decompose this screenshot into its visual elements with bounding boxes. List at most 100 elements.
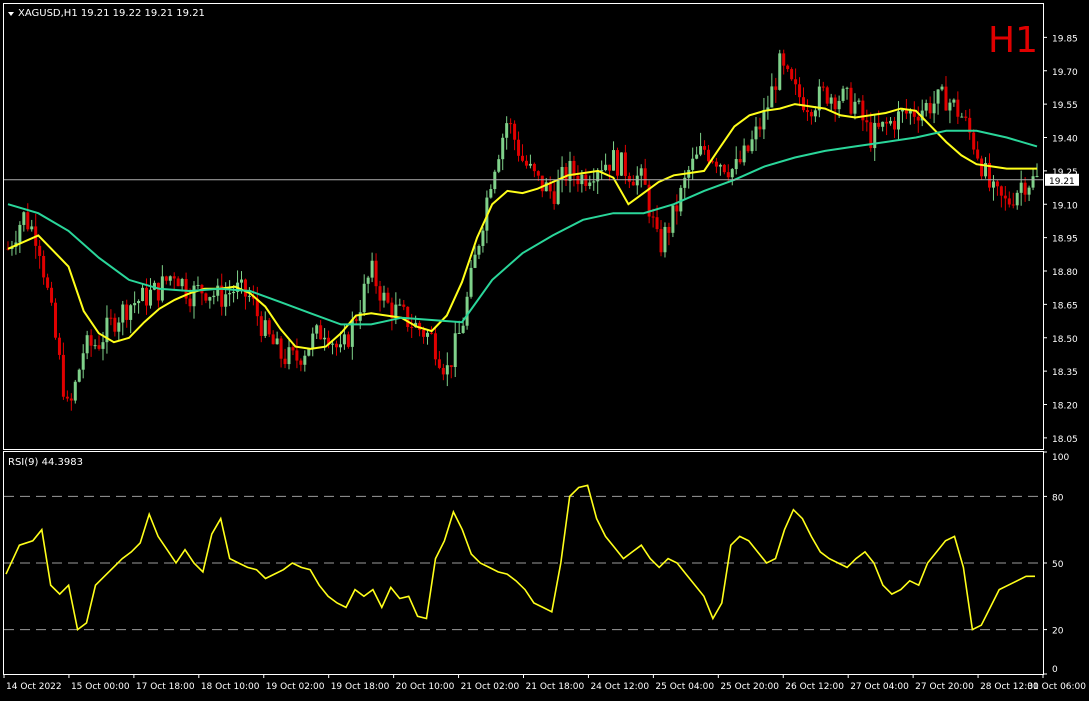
candlestick-series — [6, 49, 1039, 411]
candle-body — [481, 230, 485, 246]
candle-body — [69, 398, 73, 401]
candle-body — [564, 166, 568, 181]
candle-body — [57, 337, 61, 355]
candle-body — [437, 359, 441, 368]
candle-body — [362, 283, 366, 313]
candle-body — [805, 110, 809, 113]
ma-fast-line — [7, 103, 1037, 350]
candle-body — [691, 158, 695, 170]
candle-body — [734, 159, 738, 170]
candle-body — [1031, 176, 1035, 188]
rsi-series — [5, 484, 1035, 632]
candle-body — [148, 289, 152, 306]
candle-body — [1035, 175, 1039, 177]
time-tick-label: 25 Oct 04:00 — [655, 682, 714, 692]
candle-body — [655, 217, 659, 230]
candle-body — [758, 126, 762, 130]
candle-body — [113, 317, 117, 332]
candle-body — [125, 304, 129, 320]
candle-body — [243, 279, 247, 297]
candle-body — [663, 226, 667, 253]
price-tick-label: 18.35 — [1052, 368, 1078, 378]
candle-body — [991, 181, 995, 188]
price-tick-label: 19.70 — [1052, 68, 1078, 78]
candle-body — [331, 343, 335, 345]
candle-body — [156, 282, 160, 301]
candle-body — [738, 159, 742, 163]
candle-body — [1015, 192, 1019, 206]
time-tick-label: 18 Oct 10:00 — [201, 682, 260, 692]
candle-body — [65, 396, 69, 399]
time-tick-label: 26 Oct 12:00 — [785, 682, 844, 692]
candle-body — [188, 298, 192, 307]
candle-body — [232, 291, 236, 294]
price-tick-label: 19.85 — [1052, 34, 1078, 44]
candle-body — [881, 121, 885, 127]
candle-body — [402, 304, 406, 307]
candle-body — [995, 181, 999, 187]
time-tick-label: 21 Oct 18:00 — [526, 682, 585, 692]
dropdown-triangle-icon[interactable] — [8, 12, 14, 16]
candle-body — [422, 329, 426, 337]
time-tick-label: 31 Oct 06:00 — [1027, 682, 1086, 692]
candle-body — [722, 164, 726, 173]
candle-body — [374, 260, 378, 287]
candle-body — [168, 276, 172, 281]
candle-body — [228, 293, 232, 295]
candle-body — [18, 224, 22, 243]
candle-body — [240, 279, 244, 283]
candle-body — [604, 164, 608, 171]
candle-body — [932, 103, 936, 114]
candle-body — [782, 53, 786, 66]
candle-body — [643, 168, 647, 185]
candle-body — [794, 79, 798, 85]
candle-body — [22, 212, 26, 225]
rsi-tick-label: 0 — [1052, 665, 1058, 675]
candle-body — [307, 348, 311, 356]
candle-body — [93, 345, 97, 347]
rsi-tick-label: 100 — [1052, 453, 1069, 463]
time-tick-label: 14 Oct 2022 — [6, 682, 62, 692]
candle-body — [275, 338, 279, 345]
rsi-tick-label: 50 — [1052, 560, 1064, 570]
candle-body — [623, 152, 627, 176]
price-tick-label: 19.55 — [1052, 101, 1078, 111]
candle-body — [746, 145, 750, 152]
timeframe-badge: H1 — [988, 20, 1038, 61]
candle-body — [774, 86, 778, 90]
candle-body — [770, 86, 774, 108]
candle-body — [192, 285, 196, 307]
candle-body — [101, 342, 105, 349]
candle-body — [865, 120, 869, 123]
candle-body — [426, 332, 430, 337]
candle-body — [30, 226, 34, 230]
candle-body — [750, 139, 754, 152]
time-tick-label: 27 Oct 20:00 — [915, 682, 974, 692]
candle-body — [671, 205, 675, 233]
candle-body — [445, 365, 449, 375]
candle-body — [695, 154, 699, 159]
candle-body — [489, 189, 493, 198]
candle-body — [291, 347, 295, 351]
candle-body — [730, 169, 734, 178]
candle-body — [1023, 182, 1027, 195]
candle-body — [659, 229, 663, 253]
candle-body — [469, 267, 473, 297]
candle-body — [204, 293, 208, 301]
candle-body — [212, 295, 216, 298]
candle-body — [410, 326, 414, 328]
candle-body — [311, 333, 315, 349]
candle-body — [406, 306, 410, 327]
candle-body — [267, 320, 271, 335]
candle-body — [837, 100, 841, 110]
candle-body — [944, 86, 948, 111]
candle-body — [813, 110, 817, 117]
candle-body — [612, 150, 616, 171]
candle-body — [790, 69, 794, 80]
candle-body — [584, 174, 588, 186]
rsi-line — [5, 484, 1035, 632]
time-tick-label: 21 Oct 02:00 — [461, 682, 520, 692]
candle-body — [259, 316, 263, 336]
candle-body — [726, 172, 730, 178]
candle-body — [893, 120, 897, 130]
